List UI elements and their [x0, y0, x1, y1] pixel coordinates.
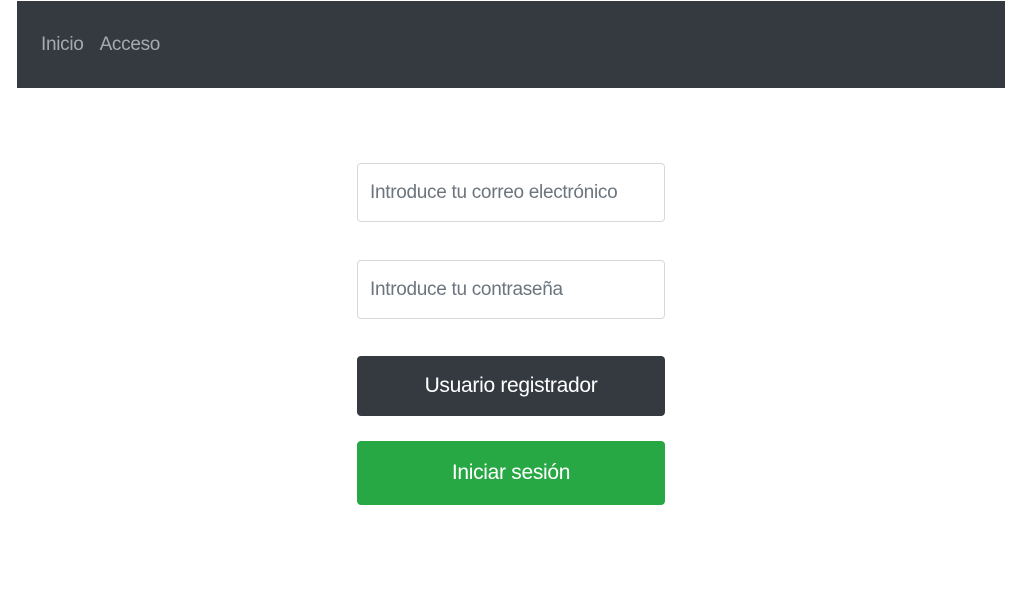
- register-user-button[interactable]: Usuario registrador: [357, 356, 665, 416]
- nav-link-acceso[interactable]: Acceso: [100, 34, 161, 56]
- page: Inicio Acceso Usuario registrador Inicia…: [0, 0, 1022, 600]
- nav-link-inicio[interactable]: Inicio: [41, 34, 84, 56]
- email-input[interactable]: [357, 163, 665, 222]
- top-navbar: Inicio Acceso: [17, 1, 1005, 88]
- password-input[interactable]: [357, 260, 665, 319]
- login-form: Usuario registrador Iniciar sesión: [357, 163, 665, 505]
- login-button[interactable]: Iniciar sesión: [357, 441, 665, 505]
